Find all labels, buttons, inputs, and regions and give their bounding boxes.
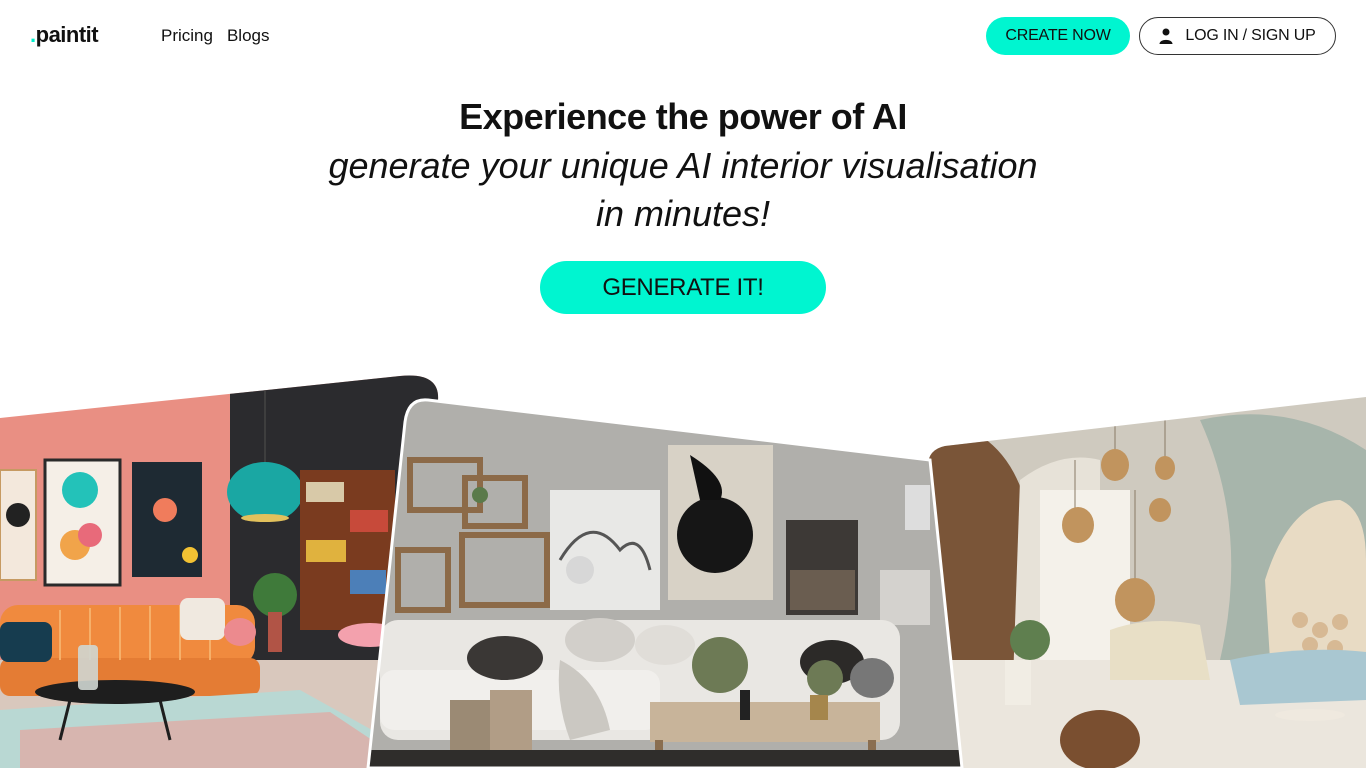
login-signup-label: LOG IN / SIGN UP: [1185, 27, 1316, 44]
create-now-button[interactable]: CREATE NOW: [986, 17, 1130, 55]
interior-gallery: [0, 360, 1366, 768]
logo[interactable]: .paintit: [30, 22, 99, 48]
generate-it-button[interactable]: GENERATE IT!: [540, 261, 826, 314]
gallery-svg: [0, 375, 1366, 768]
nav-pricing[interactable]: Pricing: [161, 26, 213, 46]
logo-text: paintit: [35, 22, 99, 47]
site-header: .paintit Pricing Blogs CREATE NOW LOG IN…: [0, 0, 1366, 72]
gallery-image-2: [368, 399, 962, 768]
login-signup-button[interactable]: LOG IN / SIGN UP: [1139, 17, 1336, 55]
hero-title: Experience the power of AI: [459, 96, 907, 137]
hero-subtitle-line-2: in minutes!: [595, 193, 771, 234]
main-nav: Pricing Blogs: [161, 26, 270, 46]
nav-blogs[interactable]: Blogs: [227, 26, 270, 46]
gallery-image-3: [927, 397, 1366, 768]
hero-subtitle-line-1: generate your unique AI interior visuali…: [328, 145, 1038, 186]
user-icon: [1159, 28, 1173, 44]
hero-subtitle: generate your unique AI interior visuali…: [283, 142, 1083, 238]
